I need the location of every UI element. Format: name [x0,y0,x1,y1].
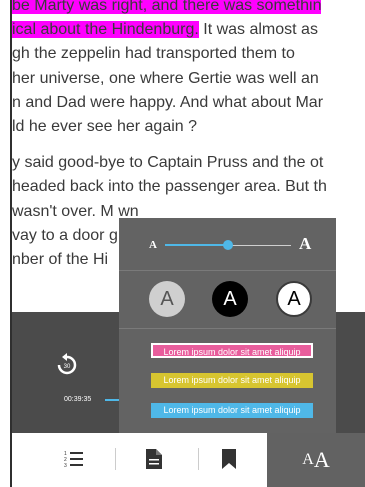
highlight-blue-option[interactable]: Lorem ipsum dolor sit amet aliquip [151,403,313,418]
font-size-fill [165,244,228,246]
small-font-label[interactable]: A [149,239,157,251]
svg-text:30: 30 [64,364,71,370]
text-line: headed back into the passenger area. But… [12,178,327,196]
text-line: her universe, one where Gertie was well … [12,69,319,87]
font-settings-button[interactable]: AA [267,433,365,487]
font-size-slider-row: A A [119,218,336,270]
text-line: gh the zeppelin had transported them to [12,45,295,63]
text-line: be Marty was right, and there was someth… [12,0,365,18]
bookmark-icon[interactable] [215,445,243,473]
table-of-contents-icon[interactable]: 1 2 3 [60,445,88,473]
panel-divider [119,328,336,329]
font-size-icon: AA [302,447,330,472]
text-line: y said good-bye to Captain Pruss and the… [12,154,324,172]
reader-page: be Marty was right, and there was someth… [0,0,365,487]
highlighted-text[interactable]: be Marty was right, and there was someth… [12,0,322,14]
text-line: ical about the Hindenburg. It was almost… [12,21,318,39]
theme-dark-button[interactable]: A [212,281,248,317]
toolbar-divider [115,448,116,470]
font-size-slider-thumb[interactable] [223,240,233,250]
large-font-label[interactable]: A [299,234,311,254]
font-settings-panel: A A A A A Lorem ipsum dolor sit amet ali… [119,218,336,433]
svg-text:3: 3 [64,463,67,469]
theme-gray-button[interactable]: A [149,281,185,317]
theme-light-button[interactable]: A [276,281,312,317]
bottom-toolbar: 1 2 3 AA [12,433,365,487]
elapsed-time: 00:39:35 [64,396,92,403]
highlight-yellow-option[interactable]: Lorem ipsum dolor sit amet aliquip [151,373,313,388]
panel-divider [119,270,336,271]
text-line: n and Dad were happy. And what about Mar [12,93,324,111]
highlight-pink-option[interactable]: Lorem ipsum dolor sit amet aliquip [151,343,313,358]
replay-30-icon[interactable]: 30 [54,352,80,378]
highlighted-text[interactable]: ical about the Hindenburg. [12,21,199,39]
toolbar-divider [198,448,199,470]
document-icon[interactable] [140,445,168,473]
text-line: ld he ever see her again ? [12,117,198,135]
